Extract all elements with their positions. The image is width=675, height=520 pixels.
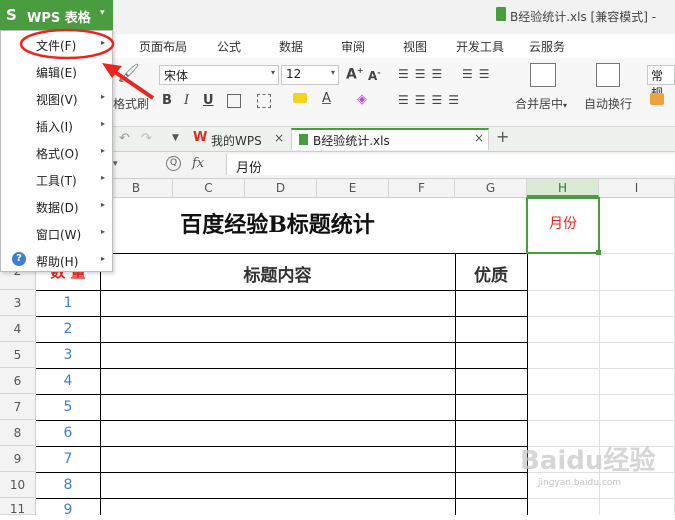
- pointer-arrow-shaft: [110, 68, 155, 100]
- highlight-circle: [19, 28, 115, 60]
- annotation-overlay: [19, 28, 155, 100]
